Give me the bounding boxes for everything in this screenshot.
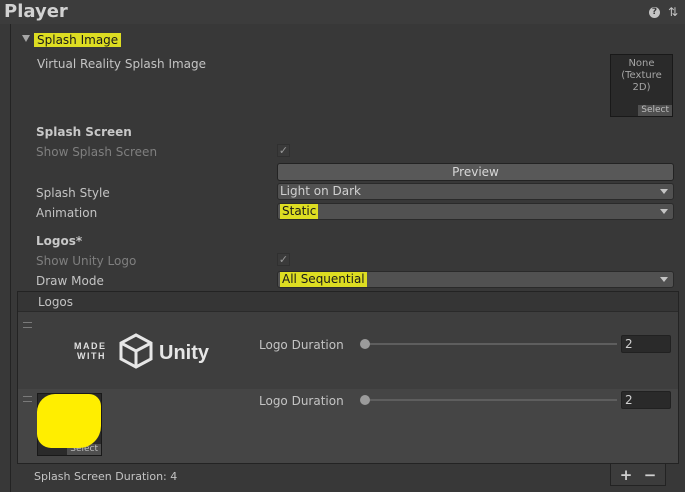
triangle-down-icon[interactable]: [22, 35, 30, 42]
logos-list-header: [18, 292, 678, 312]
chevron-down-icon: [660, 189, 668, 194]
show-unity-logo-label: Show Unity Logo: [36, 254, 137, 268]
logo-with-text: WITH: [77, 351, 106, 361]
made-with-unity-logo: MADE WITH Unity: [73, 333, 223, 369]
window-title: Player: [4, 1, 68, 22]
draw-mode-dropdown[interactable]: All Sequential: [277, 271, 674, 288]
add-logo-button[interactable]: +: [618, 467, 634, 483]
vr-splash-texture-slot[interactable]: None (Texture 2D) Select: [610, 54, 673, 117]
help-icon[interactable]: ?: [649, 7, 660, 18]
logo-duration-label: Logo Duration: [259, 338, 344, 352]
show-unity-logo-checkbox[interactable]: ✓: [277, 253, 290, 266]
logo-made-text: MADE: [74, 341, 107, 351]
splash-style-value: Light on Dark: [280, 184, 361, 198]
texture-none-text: None: [628, 58, 655, 69]
logo-duration-field[interactable]: 2: [621, 335, 671, 353]
texture-type-text: (Texture 2D): [621, 70, 662, 93]
draw-mode-label: Draw Mode: [36, 274, 104, 288]
animation-label: Animation: [36, 206, 98, 220]
animation-dropdown[interactable]: Static: [277, 203, 674, 220]
logo-duration-slider-knob[interactable]: [360, 395, 370, 405]
vr-splash-label: Virtual Reality Splash Image: [37, 57, 207, 71]
chevron-down-icon: [660, 277, 668, 282]
inspector-header: [0, 0, 685, 24]
logos-heading: Logos*: [36, 234, 83, 248]
section-title-label: Splash Image: [34, 33, 122, 47]
logo-image: [37, 394, 101, 448]
preview-button[interactable]: Preview: [277, 163, 674, 181]
checkmark-icon: ✓: [278, 253, 289, 266]
logos-list-title: Logos: [38, 295, 74, 309]
settings-icon[interactable]: ⇅: [667, 5, 679, 19]
logo-duration-label: Logo Duration: [259, 394, 344, 408]
splash-style-label: Splash Style: [36, 186, 110, 200]
show-splash-screen-label: Show Splash Screen: [36, 145, 158, 159]
splash-style-dropdown[interactable]: Light on Dark: [277, 183, 674, 200]
draw-mode-value: All Sequential: [280, 272, 367, 287]
logo-duration-slider-track[interactable]: [364, 343, 617, 345]
splash-screen-heading: Splash Screen: [36, 125, 132, 139]
texture-select-button[interactable]: Select: [638, 105, 672, 116]
logo-duration-field[interactable]: 2: [621, 391, 671, 409]
animation-value: Static: [280, 204, 319, 219]
logo-duration-slider-track[interactable]: [364, 399, 617, 401]
checkmark-icon: ✓: [278, 144, 289, 157]
show-splash-screen-checkbox[interactable]: ✓: [277, 144, 290, 157]
splash-duration-text: Splash Screen Duration: 4: [34, 470, 178, 483]
drag-handle-icon[interactable]: [23, 322, 32, 328]
logo-unity-text: Unity: [159, 342, 210, 364]
chevron-down-icon: [660, 209, 668, 214]
remove-logo-button[interactable]: −: [642, 467, 658, 483]
foldout-splash-image[interactable]: Splash Image: [34, 32, 122, 48]
logo-duration-slider-knob[interactable]: [360, 339, 370, 349]
drag-handle-icon[interactable]: [23, 396, 32, 402]
unity-cube-icon: MADE WITH Unity: [74, 333, 210, 369]
left-border: [10, 24, 11, 492]
